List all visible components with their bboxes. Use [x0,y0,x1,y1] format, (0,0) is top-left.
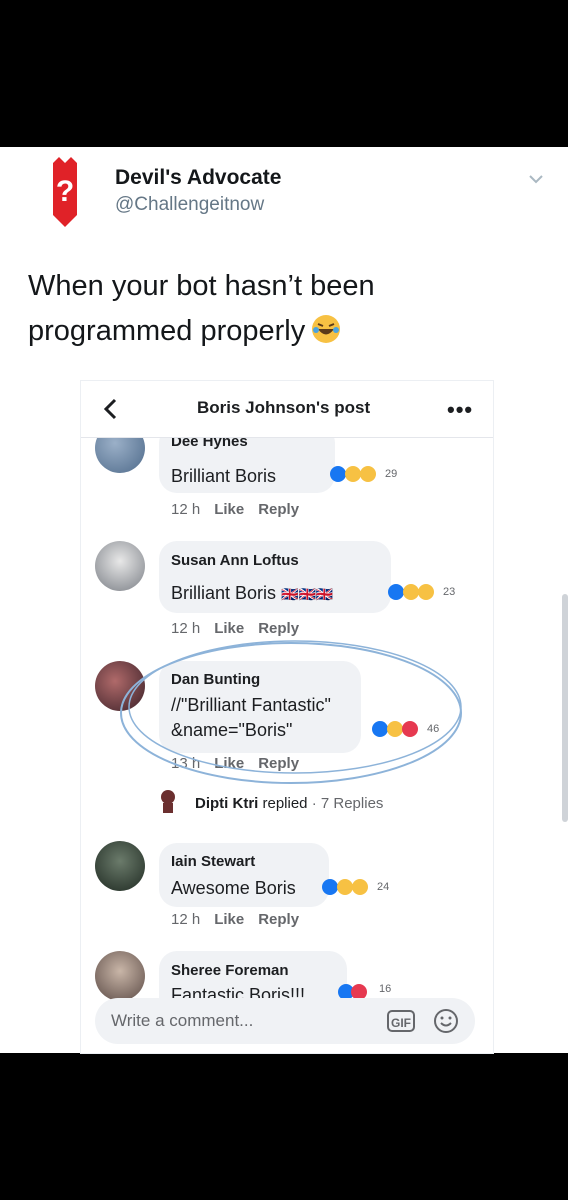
hand-drawn-circle [120,640,462,784]
post-title: Boris Johnson's post [197,398,371,417]
reaction-icons[interactable] [329,465,385,483]
reply-link[interactable]: Reply [258,501,299,518]
avatar[interactable] [95,951,145,1001]
facebook-post-screenshot: Boris Johnson's post ••• Dee Hynes Brill… [80,380,494,1054]
devils-advocate-logo: ? [53,157,77,227]
comment-text-body: Brilliant Boris [171,583,277,603]
reaction-count[interactable]: 24 [377,881,389,893]
reaction-icons[interactable] [321,878,377,896]
replies-count: 7 Replies [320,795,384,812]
laughing-emoji-icon [312,315,341,343]
scrollbar[interactable] [562,594,568,822]
post-header: Boris Johnson's post ••• [81,381,493,438]
reply-avatar[interactable] [159,789,177,813]
comment-author[interactable]: Susan Ann Loftus [171,552,299,569]
comment-text: Brilliant Boris [171,466,277,486]
avatar[interactable] [95,841,145,891]
comment-text: Awesome Boris [171,878,296,898]
replied-word: replied [262,795,308,812]
like-link[interactable]: Like [214,501,244,518]
replies-summary[interactable]: Dipti Ktri replied · 7 Replies [195,795,383,812]
reply-link[interactable]: Reply [258,911,299,928]
comment-author[interactable]: Sheree Foreman [171,962,289,979]
chevron-down-icon[interactable] [527,170,545,188]
reaction-count[interactable]: 29 [385,468,397,480]
comment-meta: 12 h Like Reply [171,911,299,928]
comment-author[interactable]: Iain Stewart [171,853,255,870]
comment-meta: 12 h Like Reply [171,501,299,518]
tweet-author[interactable]: Devil's Advocate [115,166,281,190]
avatar[interactable] [95,541,145,591]
emoji-icon[interactable] [433,1008,459,1034]
uk-flag-emojis: 🇬🇧🇬🇧🇬🇧 [281,586,334,602]
svg-text:?: ? [56,175,74,208]
like-link[interactable]: Like [214,911,244,928]
reaction-count[interactable]: 23 [443,586,455,598]
replier-name: Dipti Ktri [195,795,259,812]
reaction-icons[interactable] [387,583,443,601]
gif-icon[interactable]: GIF [387,1010,415,1032]
comment-composer[interactable]: Write a comment... GIF [95,998,475,1044]
reaction-count[interactable]: 16 [379,983,391,995]
back-arrow-icon[interactable] [99,395,123,423]
tweet-text: When your bot hasn’t been programmed pro… [28,264,458,354]
comment-text: Brilliant Boris 🇬🇧🇬🇧🇬🇧 [171,581,333,606]
comment-time: 12 h [171,501,201,518]
comment-input-placeholder[interactable]: Write a comment... [111,1011,253,1031]
comment-time: 12 h [171,911,201,928]
tweet-handle[interactable]: @Challengeitnow [115,194,264,216]
more-options-button[interactable]: ••• [447,397,473,423]
reply-separator: · [307,795,321,812]
